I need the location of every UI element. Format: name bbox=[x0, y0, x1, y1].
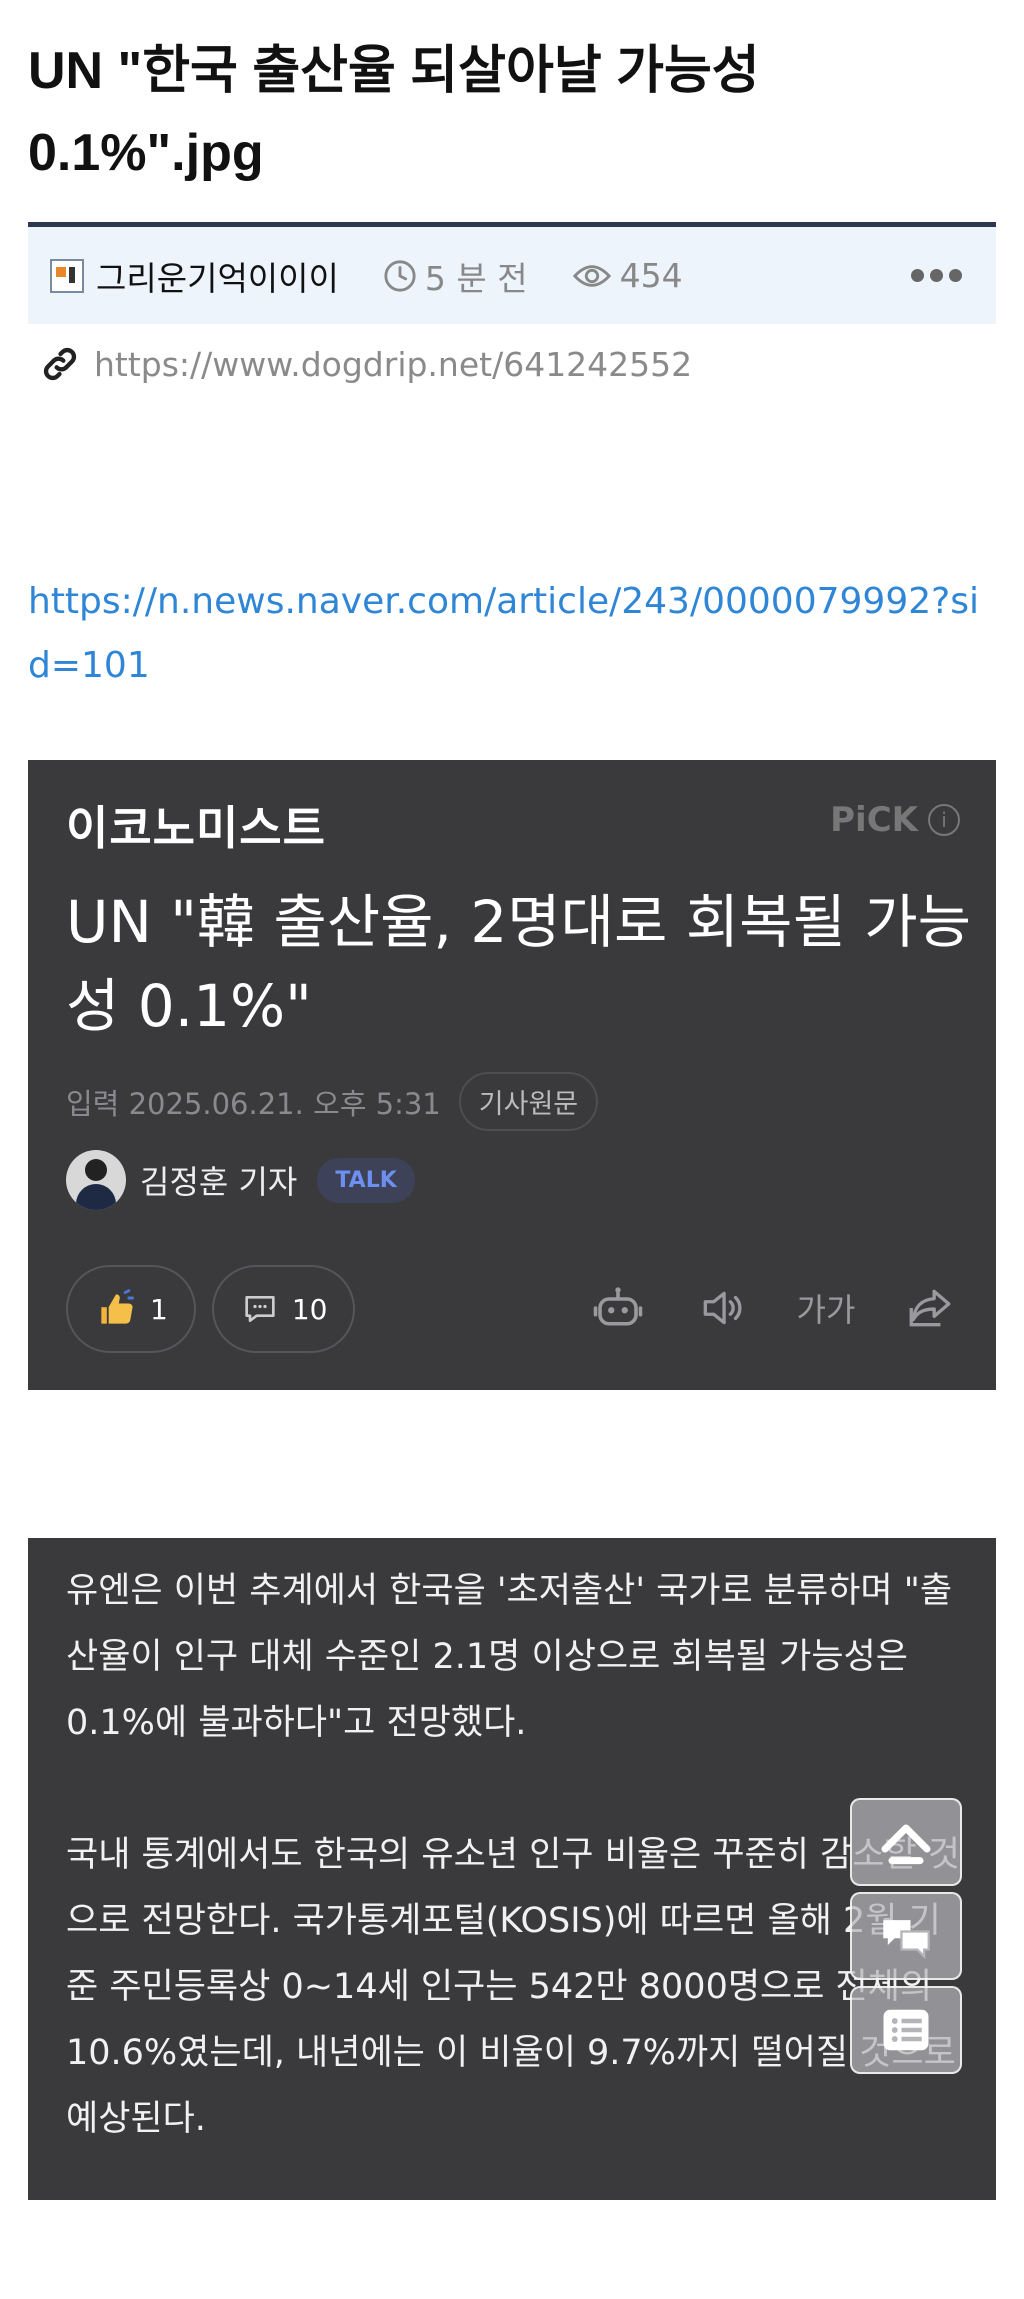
article-paragraph-1: 유엔은 이번 추계에서 한국을 '초저출산' 국가로 분류하며 "출산율이 인구… bbox=[66, 1571, 953, 1743]
like-button[interactable]: 1 bbox=[66, 1265, 196, 1353]
news-card: 이코노미스트 PiCK i UN "韓 출산율, 2명대로 회복될 가능성 0.… bbox=[28, 760, 996, 1390]
talk-badge[interactable]: TALK bbox=[317, 1157, 415, 1203]
clock-icon bbox=[384, 259, 416, 292]
robot-icon[interactable] bbox=[588, 1280, 648, 1336]
post-time: 5 분 전 bbox=[383, 252, 528, 300]
comment-count: 10 bbox=[291, 1292, 328, 1326]
post-meta-bar: 그리운기억이이이 5 분 전 454 bbox=[28, 222, 996, 324]
pick-badge: PiCK i bbox=[830, 800, 960, 840]
post-title: UN "한국 출산율 되살아날 가능성 0.1%".jpg bbox=[28, 42, 760, 182]
speaker-icon[interactable] bbox=[692, 1280, 752, 1336]
reporter-name[interactable]: 김정훈 기자 bbox=[140, 1157, 297, 1203]
like-count: 1 bbox=[150, 1292, 168, 1326]
post-url-row[interactable]: https://www.dogdrip.net/641242552 bbox=[40, 344, 692, 384]
news-article-link[interactable]: https://n.news.naver.com/article/243/000… bbox=[28, 570, 988, 698]
floating-buttons bbox=[850, 1798, 962, 2074]
more-icon[interactable] bbox=[911, 269, 962, 282]
news-date: 입력 2025.06.21. 오후 5:31 bbox=[66, 1086, 441, 1121]
post-url[interactable]: https://www.dogdrip.net/641242552 bbox=[94, 345, 692, 384]
post-views-count: 454 bbox=[619, 256, 683, 295]
news-dateline: 입력 2025.06.21. 오후 5:31 기사원문 bbox=[66, 1072, 599, 1131]
font-size-button[interactable]: 가가 bbox=[796, 1280, 856, 1336]
reporter-avatar[interactable] bbox=[66, 1150, 126, 1210]
thumbs-up-icon bbox=[101, 1289, 134, 1324]
author-name[interactable]: 그리운기억이이이 bbox=[96, 252, 339, 300]
comment-icon bbox=[245, 1296, 275, 1322]
reporter-row: 김정훈 기자 TALK bbox=[66, 1150, 415, 1210]
article-tools: 가가 bbox=[588, 1280, 960, 1336]
author-level-icon bbox=[50, 258, 84, 293]
news-headline: UN "韓 출산율, 2명대로 회복될 가능성 0.1%" bbox=[66, 888, 971, 1040]
link-icon bbox=[43, 347, 77, 381]
scroll-top-icon[interactable] bbox=[850, 1798, 962, 1886]
reaction-actions: 1 10 bbox=[66, 1265, 356, 1353]
chat-icon[interactable] bbox=[850, 1892, 962, 1980]
post-time-text: 5 분 전 bbox=[424, 258, 528, 298]
list-icon[interactable] bbox=[850, 1986, 962, 2074]
article-paragraph-2: 국내 통계에서도 한국의 유소년 인구 비율은 꾸준히 감소할 것으로 전망한다… bbox=[66, 1835, 961, 2139]
post-views: 454 bbox=[572, 256, 683, 295]
info-icon[interactable]: i bbox=[928, 804, 960, 836]
comment-button[interactable]: 10 bbox=[211, 1265, 356, 1353]
eye-icon bbox=[572, 264, 611, 287]
original-article-button[interactable]: 기사원문 bbox=[458, 1072, 599, 1131]
pick-label: PiCK bbox=[830, 800, 918, 840]
press-brand[interactable]: 이코노미스트 bbox=[66, 792, 326, 858]
share-icon[interactable] bbox=[900, 1280, 960, 1336]
